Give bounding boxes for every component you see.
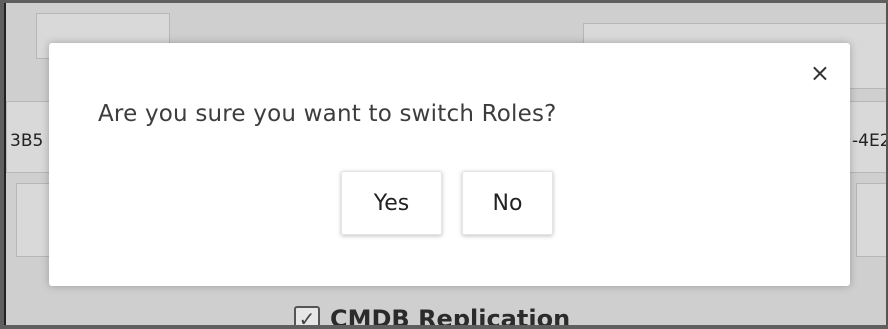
cmdb-replication-option[interactable]: ✓ CMDB Replication — [294, 305, 570, 325]
checkmark-icon: ✓ — [298, 307, 316, 325]
switch-roles-dialog: × Are you sure you want to switch Roles?… — [49, 43, 850, 286]
dialog-message: Are you sure you want to switch Roles? — [98, 101, 557, 127]
background-right-fragment: -4E2 — [852, 131, 888, 151]
background-left-fragment: 3B5 — [10, 131, 44, 151]
checkbox-label: CMDB Replication — [330, 305, 571, 325]
dialog-actions: Yes No — [341, 171, 553, 235]
background-field-right — [856, 183, 886, 257]
close-icon[interactable]: × — [810, 61, 830, 85]
checkbox[interactable]: ✓ — [294, 306, 320, 325]
no-button[interactable]: No — [462, 171, 553, 235]
yes-button[interactable]: Yes — [341, 171, 442, 235]
